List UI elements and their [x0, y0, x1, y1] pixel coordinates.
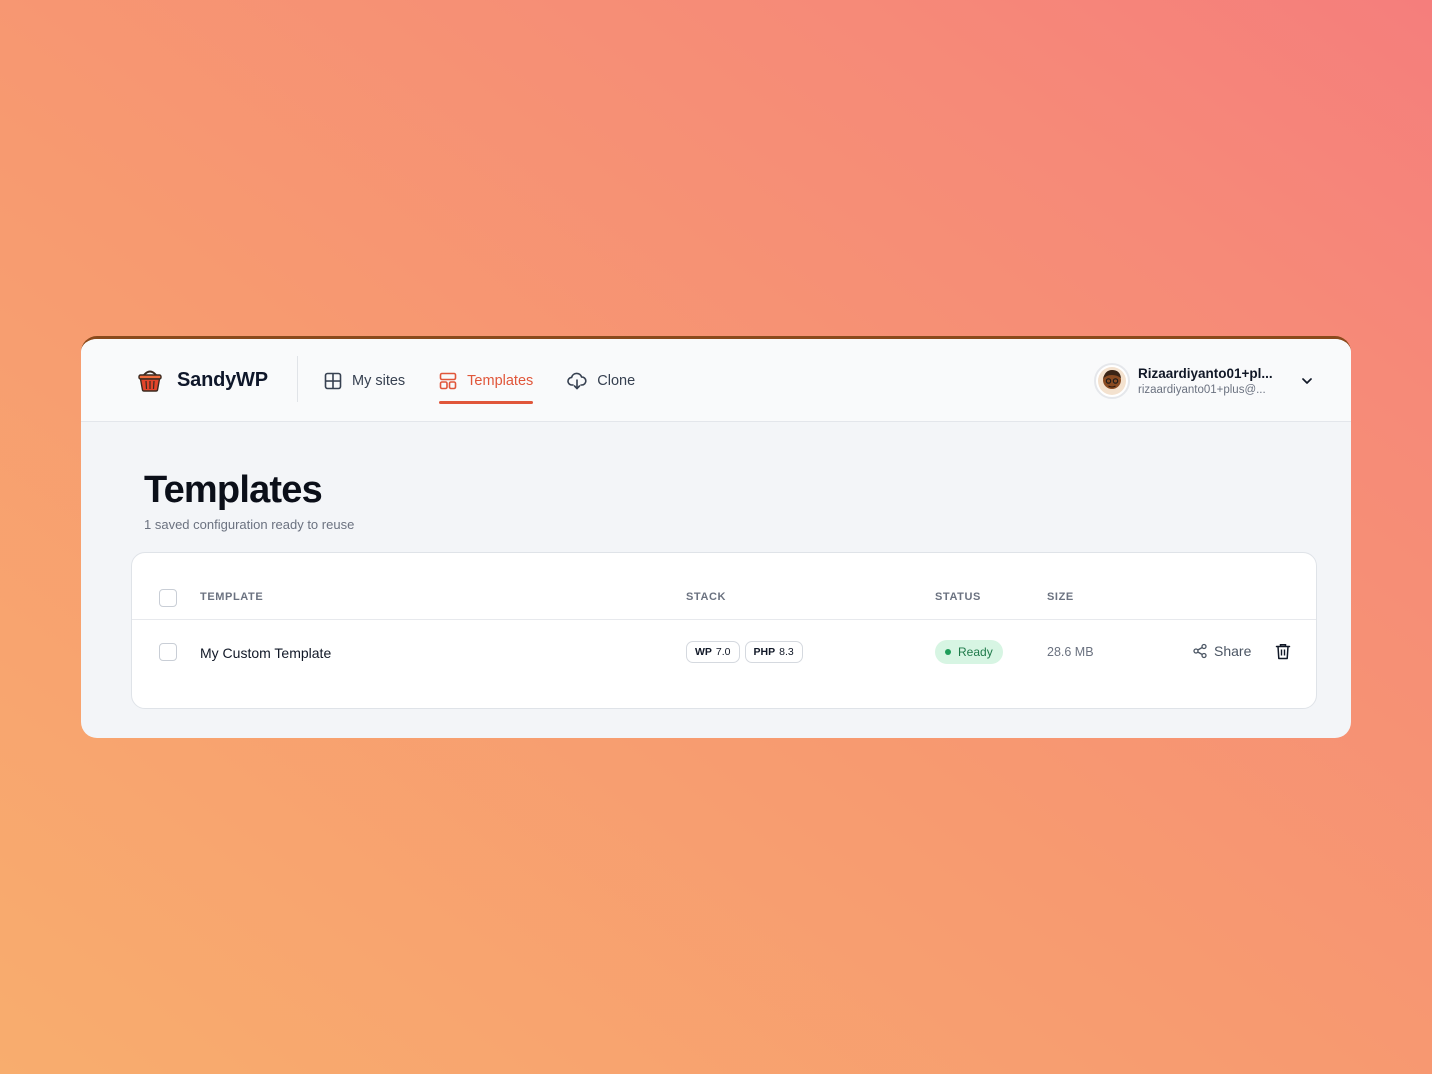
stack-badge-php: PHP 8.3 [744, 641, 803, 663]
stack-version: 8.3 [779, 646, 794, 658]
column-header-status: STATUS [935, 591, 981, 603]
page-title: Templates [144, 469, 323, 511]
nav-item-templates[interactable]: Templates [439, 339, 534, 422]
user-info: Rizaardiyanto01+pl... rizaardiyanto01+pl… [1138, 366, 1288, 396]
nav-item-my-sites[interactable]: My sites [324, 339, 405, 422]
user-name: Rizaardiyanto01+pl... [1138, 366, 1273, 381]
stack-key: PHP [753, 646, 776, 658]
stack-badge-wp: WP 7.0 [686, 641, 740, 663]
nav-item-label: Clone [597, 372, 636, 389]
table-header: TEMPLATE STACK STATUS SIZE [132, 583, 1316, 620]
table-row[interactable]: My Custom Template WP 7.0 PHP 8.3 Ready … [132, 621, 1316, 683]
nav-item-clone[interactable]: Clone [567, 339, 635, 422]
share-icon [1193, 643, 1207, 659]
column-header-stack: STACK [686, 591, 727, 603]
column-header-template: TEMPLATE [200, 591, 264, 603]
select-all-checkbox[interactable] [159, 589, 177, 607]
template-name[interactable]: My Custom Template [200, 645, 331, 661]
status-label: Ready [958, 645, 993, 659]
chevron-down-icon[interactable] [1300, 374, 1314, 388]
trash-icon [1275, 644, 1291, 660]
brand[interactable]: SandyWP [137, 367, 268, 393]
app-window: SandyWP My sites Templates Clone Rizaard… [81, 336, 1351, 738]
share-label: Share [1214, 643, 1252, 659]
column-header-size: SIZE [1047, 591, 1074, 603]
grid-icon [324, 372, 342, 389]
stack-badges: WP 7.0 PHP 8.3 [686, 641, 808, 663]
divider [297, 356, 298, 402]
status-badge: Ready [935, 640, 1003, 664]
delete-button[interactable] [1275, 643, 1291, 665]
row-checkbox[interactable] [159, 643, 177, 661]
templates-table: TEMPLATE STACK STATUS SIZE My Custom Tem… [131, 552, 1317, 709]
avatar [1094, 363, 1130, 399]
nav-item-label: Templates [467, 372, 534, 389]
main-nav: My sites Templates Clone [324, 339, 669, 422]
brand-name: SandyWP [177, 368, 268, 391]
top-navigation-bar: SandyWP My sites Templates Clone Rizaard… [81, 339, 1351, 422]
status-dot-icon [945, 649, 951, 655]
page-subtitle: 1 saved configuration ready to reuse [144, 517, 355, 532]
template-size: 28.6 MB [1047, 645, 1094, 659]
template-icon [439, 372, 457, 389]
stack-key: WP [695, 646, 712, 658]
nav-item-label: My sites [352, 372, 406, 389]
share-button[interactable]: Share [1192, 643, 1251, 659]
stack-version: 7.0 [715, 646, 731, 658]
user-email: rizaardiyanto01+plus@... [1138, 384, 1266, 396]
user-menu[interactable]: Rizaardiyanto01+pl... rizaardiyanto01+pl… [1094, 363, 1314, 399]
basket-icon [137, 367, 163, 393]
cloud-download-icon [567, 372, 587, 389]
